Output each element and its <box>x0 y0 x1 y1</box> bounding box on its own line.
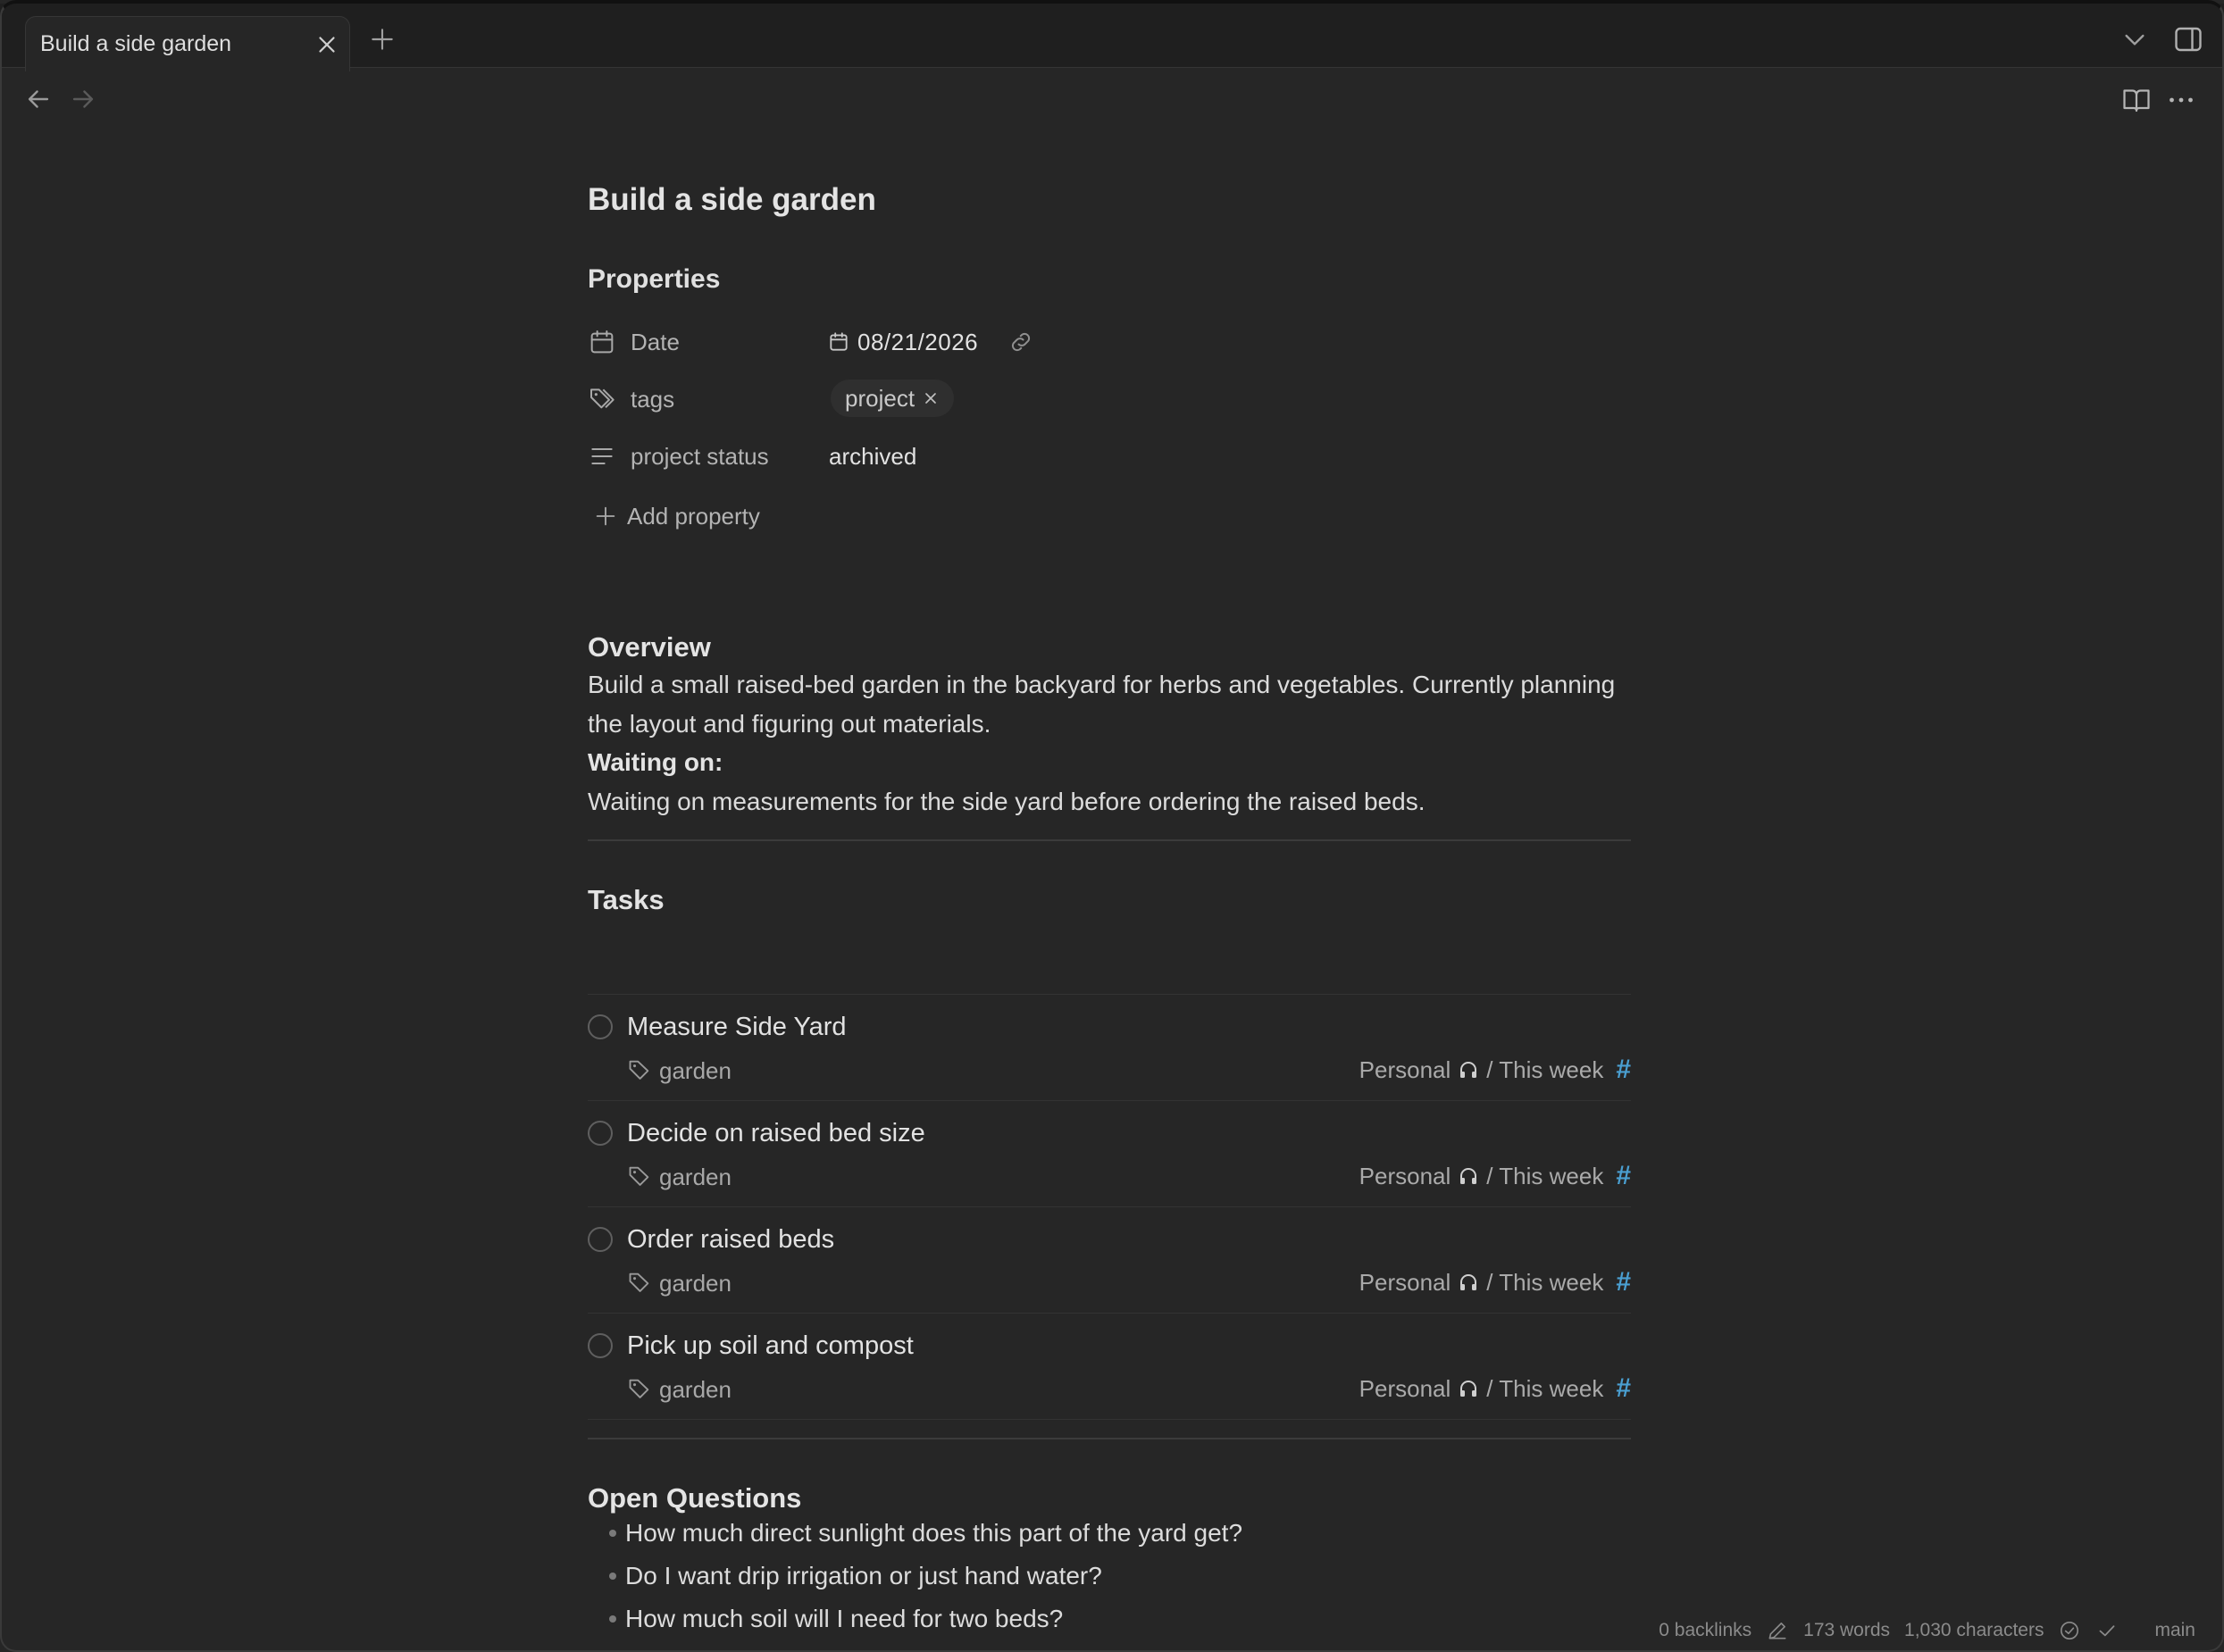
task-area: Personal <box>1359 1268 1451 1296</box>
task-list: / This week <box>1486 1055 1604 1083</box>
task-meta[interactable]: Personal / This week # <box>1359 1161 1631 1191</box>
property-key-date[interactable]: Date <box>631 329 680 356</box>
book-icon[interactable] <box>2120 84 2153 116</box>
task-meta[interactable]: Personal / This week # <box>1359 1267 1631 1297</box>
bullet <box>609 1573 616 1580</box>
task-area: Personal <box>1359 1374 1451 1402</box>
properties-heading[interactable]: Properties <box>588 264 720 295</box>
task-meta[interactable]: Personal / This week # <box>1359 1055 1631 1085</box>
tag-icon <box>627 1270 652 1295</box>
tag-pill-label: project <box>845 384 916 412</box>
sync-check-circle-icon[interactable] <box>2058 1619 2081 1642</box>
divider <box>588 839 1631 841</box>
task-checkbox[interactable] <box>588 1333 613 1358</box>
headphones-icon <box>1458 1165 1479 1187</box>
list-item[interactable]: How much soil will I need for two beds? <box>625 1605 1063 1633</box>
word-count: 173 words <box>1803 1620 1891 1640</box>
task-hash[interactable]: # <box>1616 1267 1631 1297</box>
divider <box>588 1313 1631 1314</box>
character-count: 1,030 characters <box>1904 1620 2044 1640</box>
tag-pill-project[interactable]: project <box>831 380 955 417</box>
task-meta[interactable]: Personal / This week # <box>1359 1373 1631 1404</box>
task-tag[interactable]: garden <box>659 1164 732 1191</box>
divider <box>588 1419 1631 1420</box>
property-key-tags[interactable]: tags <box>631 386 674 413</box>
task-tag[interactable]: garden <box>659 1057 732 1085</box>
close-icon[interactable] <box>922 389 940 407</box>
overview-text[interactable]: Build a small raised-bed garden in the b… <box>588 665 1624 744</box>
task-list: / This week <box>1486 1268 1604 1296</box>
task-title[interactable]: Pick up soil and compost <box>627 1331 914 1361</box>
task-list: / This week <box>1486 1162 1604 1189</box>
divider <box>588 1100 1631 1101</box>
headphones-icon <box>1458 1272 1479 1293</box>
chevron-down-icon[interactable] <box>2120 25 2149 54</box>
task-checkbox[interactable] <box>588 1014 613 1039</box>
task-title[interactable]: Decide on raised bed size <box>627 1119 925 1148</box>
tab-strip: Build a side garden <box>0 4 2224 71</box>
task-tag[interactable]: garden <box>659 1270 732 1297</box>
overview-heading[interactable]: Overview <box>588 631 711 663</box>
tasks-heading[interactable]: Tasks <box>588 884 665 916</box>
backlinks-count[interactable]: 0 backlinks <box>1659 1620 1752 1641</box>
task-list: / This week <box>1486 1374 1604 1402</box>
plus-icon[interactable] <box>368 25 397 54</box>
close-icon[interactable] <box>314 31 340 58</box>
task-checkbox[interactable] <box>588 1227 613 1252</box>
task-title[interactable]: Order raised beds <box>627 1225 834 1255</box>
waiting-text[interactable]: Waiting on measurements for the side yar… <box>588 782 1624 822</box>
plus-icon[interactable] <box>593 504 618 529</box>
task-hash[interactable]: # <box>1616 1055 1631 1085</box>
git-branch[interactable]: main <box>2154 1620 2195 1641</box>
task-area: Personal <box>1359 1055 1451 1083</box>
tab-active[interactable]: Build a side garden <box>25 16 350 71</box>
task-title[interactable]: Measure Side Yard <box>627 1013 847 1042</box>
link-icon[interactable] <box>1007 329 1034 355</box>
tag-icon <box>627 1376 652 1401</box>
check-icon[interactable] <box>2095 1619 2119 1642</box>
waiting-label[interactable]: Waiting on: <box>588 748 723 777</box>
task-checkbox[interactable] <box>588 1121 613 1146</box>
open-questions-heading[interactable]: Open Questions <box>588 1482 801 1514</box>
text-lines-icon <box>588 442 616 471</box>
bullet <box>609 1530 616 1537</box>
task-area: Personal <box>1359 1162 1451 1189</box>
list-item[interactable]: Do I want drip irrigation or just hand w… <box>625 1562 1102 1590</box>
window-frame <box>0 0 2224 1652</box>
arrow-right-icon[interactable] <box>68 84 98 114</box>
tag-icon <box>627 1057 652 1082</box>
property-value-date[interactable]: 08/21/2026 <box>857 329 978 356</box>
pencil-icon[interactable] <box>1766 1619 1789 1642</box>
tags-icon <box>588 385 616 413</box>
divider <box>588 994 1631 995</box>
property-key-project-status[interactable]: project status <box>631 443 769 471</box>
task-hash[interactable]: # <box>1616 1161 1631 1191</box>
arrow-left-icon[interactable] <box>23 84 54 114</box>
note-title[interactable]: Build a side garden <box>588 182 876 218</box>
calendar-icon <box>588 328 616 356</box>
divider <box>588 1206 1631 1207</box>
task-hash[interactable]: # <box>1616 1373 1631 1404</box>
headphones-icon <box>1458 1378 1479 1399</box>
tag-icon <box>627 1164 652 1189</box>
status-bar: 0 backlinks 173 words 1,030 characters m… <box>1608 1613 2215 1648</box>
calendar-icon[interactable] <box>827 330 850 354</box>
sidebar-toggle-icon[interactable] <box>2172 23 2204 55</box>
task-tag[interactable]: garden <box>659 1376 732 1404</box>
list-item[interactable]: How much direct sunlight does this part … <box>625 1519 1242 1548</box>
add-property-button[interactable]: Add property <box>627 503 760 530</box>
property-value-project-status[interactable]: archived <box>829 443 916 471</box>
more-horizontal-icon[interactable] <box>2165 84 2197 116</box>
headphones-icon <box>1458 1059 1479 1080</box>
bullet <box>609 1615 616 1623</box>
tab-title: Build a side garden <box>40 31 232 56</box>
divider <box>588 1438 1631 1439</box>
